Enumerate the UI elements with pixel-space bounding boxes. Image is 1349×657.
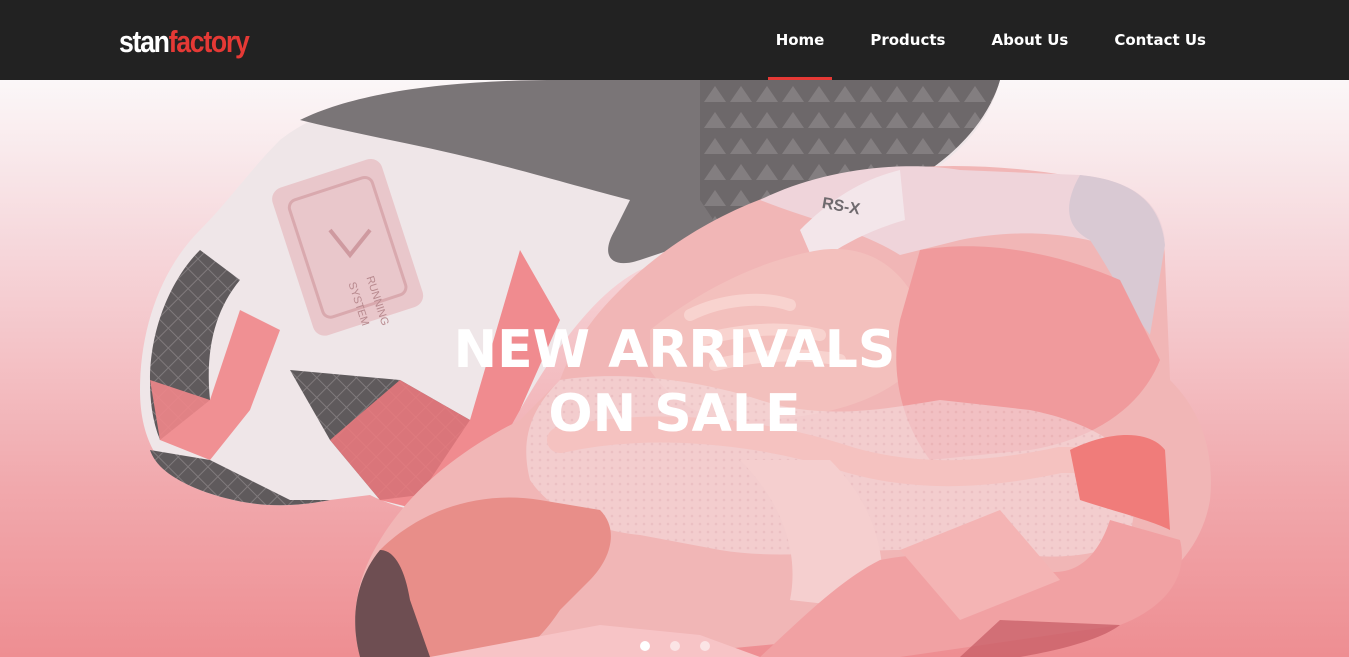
carousel-dot-3[interactable]: [699, 641, 710, 651]
hero-headline-line-2: ON SALE: [548, 384, 801, 444]
main-nav: Home Products About Us Contact Us: [767, 0, 1206, 80]
hero-headline: NEW ARRIVALS ON SALE: [0, 318, 1349, 446]
nav-about-us-link[interactable]: About Us: [991, 0, 1068, 80]
nav-home-link[interactable]: Home: [767, 0, 832, 80]
brand-logo-part-1: stan: [119, 24, 170, 59]
hero-headline-line-1: NEW ARRIVALS: [453, 320, 896, 380]
nav-contact-us-link[interactable]: Contact Us: [1114, 0, 1206, 80]
carousel-dot-1[interactable]: [639, 641, 650, 651]
nav-products-link[interactable]: Products: [870, 0, 945, 80]
brand-logo[interactable]: stanfactory: [119, 22, 250, 62]
carousel-indicators: [0, 641, 1349, 651]
brand-logo-part-2: factory: [168, 24, 250, 59]
carousel-dot-2[interactable]: [669, 641, 680, 651]
hero-carousel: RUNNING SYSTEM RS-X NEW ARRIVALS ON SALE: [0, 80, 1349, 657]
navbar: stanfactory Home Products About Us Conta…: [0, 0, 1349, 80]
